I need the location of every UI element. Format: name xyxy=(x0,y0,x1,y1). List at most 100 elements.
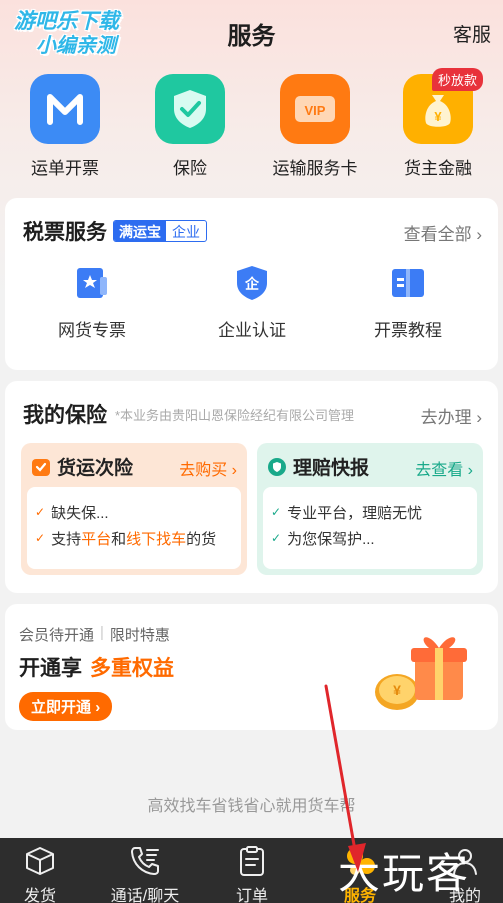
claims-line-1: ✓ 专业平台，理赔无忧 xyxy=(271,499,469,525)
promo-headline: 开通享 多重权益 xyxy=(19,652,174,682)
go-handle-label: 去办理 xyxy=(420,408,472,427)
freight-line-1-text: 缺失保... xyxy=(51,504,109,522)
claims-line-2: ✓ 为您保驾护... xyxy=(271,525,469,551)
claims-header: 理赔快报 xyxy=(267,453,369,480)
m-letter-icon xyxy=(30,74,100,144)
chevron-right-icon: › xyxy=(476,225,482,244)
chevron-right-icon: › xyxy=(467,462,473,479)
insurance-note: *本业务由贵阳山恩保险经纪有限公司管理 xyxy=(115,407,355,423)
slogan: 高效找车省钱省心就用货车帮 xyxy=(147,798,356,815)
quick-item-label: 运单开票 xyxy=(31,159,99,178)
svg-text:VIP: VIP xyxy=(305,103,326,118)
go-handle-link[interactable]: 去办理 › xyxy=(421,403,482,428)
freight-insurance-header: 货运次险 xyxy=(31,453,133,480)
box-icon xyxy=(0,844,90,878)
membership-promo-card[interactable]: 会员待开通 | 限时特惠 开通享 多重权益 立即开通 › ¥ xyxy=(5,604,498,730)
quick-item-shipper-finance[interactable]: ¥ 秒放款 货主金融 xyxy=(383,68,493,179)
money-bag-icon: ¥ 秒放款 xyxy=(403,68,483,144)
star-ticket-icon xyxy=(73,264,111,302)
tax-card-title: 税票服务 xyxy=(23,221,107,244)
quick-item-waybill-invoice[interactable]: 运单开票 xyxy=(10,74,120,179)
check-icon: ✓ xyxy=(271,505,282,519)
tab-ship[interactable]: 发货 xyxy=(0,844,90,903)
flash-loan-badge: 秒放款 xyxy=(431,68,483,91)
header: 游吧乐下载 小编亲测 服务 客服 xyxy=(0,0,503,64)
svg-text:¥: ¥ xyxy=(434,109,442,124)
tab-label: 通话/聊天 xyxy=(110,888,180,903)
freight-line-2-b: 平台 xyxy=(81,530,112,548)
tax-service-card: 税票服务 满运宝 企业 查看全部 › 网货专票 企 企业认证 开票教程 xyxy=(5,198,498,370)
insurance-card: 我的保险 *本业务由贵阳山恩保险经纪有限公司管理 去办理 › 货运次险 去购买 … xyxy=(5,381,498,593)
view-claims-label: 去查看 xyxy=(415,462,464,479)
tax-item-label: 开票教程 xyxy=(374,321,442,340)
check-icon: ✓ xyxy=(271,531,282,545)
manyunbao-enterprise-badge: 满运宝 企业 xyxy=(113,220,207,242)
quick-item-transport-card[interactable]: VIP 运输服务卡 xyxy=(260,74,370,179)
chevron-right-icon: › xyxy=(231,462,237,479)
tax-item-special-invoice[interactable]: 网货专票 xyxy=(27,264,157,341)
separator: | xyxy=(100,624,104,641)
check-icon: ✓ xyxy=(35,505,46,519)
tax-item-tutorial[interactable]: 开票教程 xyxy=(343,264,473,341)
open-now-button[interactable]: 立即开通 › xyxy=(19,692,113,721)
promo-headline-b: 多重权益 xyxy=(90,657,174,680)
chevron-right-icon: › xyxy=(95,699,101,716)
promo-tag: 限时特惠 xyxy=(109,627,170,644)
vip-card-icon: VIP xyxy=(280,74,350,144)
freight-line-2-e: 的货 xyxy=(186,530,217,548)
claims-card[interactable]: 理赔快报 去查看 › ✓ 专业平台，理赔无忧 ✓ 为您保驾护... xyxy=(257,443,483,575)
claims-title: 理赔快报 xyxy=(293,458,370,479)
badge-brand: 满运宝 xyxy=(114,221,166,241)
claims-line-2-text: 为您保驾护... xyxy=(287,530,375,548)
freight-line-2-d: 线下找车 xyxy=(126,530,187,548)
membership-status: 会员待开通 xyxy=(19,627,95,644)
freight-line-2-c: 和 xyxy=(111,530,127,548)
tab-call-chat[interactable]: 通话/聊天 xyxy=(95,844,195,903)
view-all-link[interactable]: 查看全部 › xyxy=(404,220,482,245)
shield-check-icon xyxy=(155,74,225,144)
page-title: 服务 xyxy=(227,23,276,50)
claims-shield-icon xyxy=(268,457,286,476)
svg-text:企: 企 xyxy=(244,276,260,293)
book-icon xyxy=(389,264,427,302)
badge-enterprise: 企业 xyxy=(172,224,200,240)
open-now-label: 立即开通 xyxy=(31,699,92,716)
freight-insurance-title: 货运次险 xyxy=(57,458,134,479)
freight-insurance-body: ✓ 缺失保... ✓ 支持 平台和线下找车 的货 xyxy=(27,487,241,569)
check-icon: ✓ xyxy=(35,531,46,545)
quick-actions: 运单开票 保险 VIP 运输服务卡 ¥ 秒放款 货主金融 xyxy=(0,68,503,184)
freight-box-icon xyxy=(32,458,50,476)
freight-insurance-card[interactable]: 货运次险 去购买 › ✓ 缺失保... ✓ 支持 平台和线下找车 的货 xyxy=(21,443,247,575)
tax-items: 网货专票 企 企业认证 开票教程 xyxy=(5,264,498,354)
view-claims-link[interactable]: 去查看 › xyxy=(415,456,473,480)
freight-line-1: ✓ 缺失保... xyxy=(35,499,233,525)
quick-item-label: 保险 xyxy=(173,159,207,178)
customer-service-button[interactable]: 客服 xyxy=(453,20,491,47)
promo-status-line: 会员待开通 | 限时特惠 xyxy=(19,624,170,645)
view-all-label: 查看全部 xyxy=(403,225,472,244)
chevron-right-icon: › xyxy=(476,408,482,427)
tax-item-label: 企业认证 xyxy=(218,321,286,340)
tax-item-enterprise-cert[interactable]: 企 企业认证 xyxy=(187,264,317,341)
tab-orders[interactable]: 订单 xyxy=(202,844,302,903)
gift-coins-icon: ¥ xyxy=(375,637,467,710)
enterprise-shield-icon: 企 xyxy=(233,264,271,302)
tab-label: 发货 xyxy=(23,888,56,903)
claims-body: ✓ 专业平台，理赔无忧 ✓ 为您保驾护... xyxy=(263,487,477,569)
svg-text:¥: ¥ xyxy=(393,682,401,698)
buy-link[interactable]: 去购买 › xyxy=(179,456,237,480)
clipboard-icon xyxy=(202,844,302,878)
claims-line-1-text: 专业平台，理赔无忧 xyxy=(287,504,423,522)
quick-item-label: 货主金融 xyxy=(404,159,472,178)
quick-item-label: 运输服务卡 xyxy=(272,159,358,178)
freight-line-2-a: 支持 xyxy=(51,530,82,548)
insurance-card-header: 我的保险 *本业务由贵阳山恩保险经纪有限公司管理 xyxy=(23,399,354,429)
tax-card-header: 税票服务 满运宝 企业 xyxy=(23,216,207,246)
tax-item-label: 网货专票 xyxy=(58,321,126,340)
tab-label: 订单 xyxy=(235,888,268,903)
freight-line-2: ✓ 支持 平台和线下找车 的货 xyxy=(35,525,233,551)
buy-link-label: 去购买 xyxy=(179,462,228,479)
watermark-bottom: 大玩客 xyxy=(338,849,471,898)
insurance-card-title: 我的保险 xyxy=(23,404,107,427)
quick-item-insurance[interactable]: 保险 xyxy=(135,74,245,179)
